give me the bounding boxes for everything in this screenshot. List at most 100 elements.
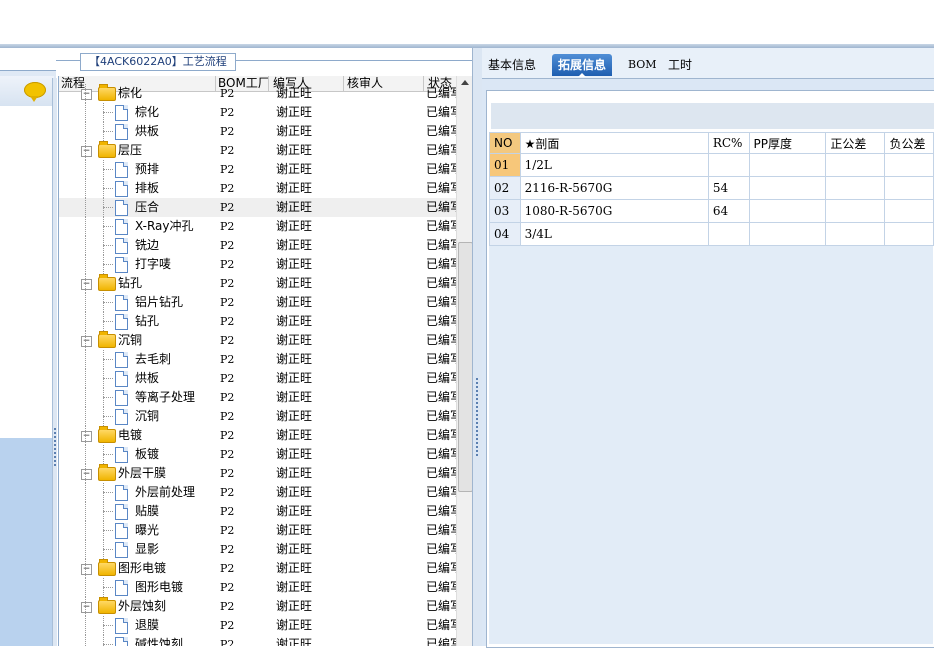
collapse-toggle-icon[interactable]: −: [81, 89, 92, 100]
tree-item-row[interactable]: 曝光 P2 谢正旺 已编写: [59, 521, 459, 540]
tree-item-row[interactable]: 图形电镀 P2 谢正旺 已编写: [59, 578, 459, 597]
document-icon: [115, 124, 128, 140]
grid-row[interactable]: 03 1080-R-5670G 64: [489, 199, 934, 223]
collapse-toggle-icon[interactable]: −: [81, 431, 92, 442]
collapse-toggle-icon[interactable]: −: [81, 469, 92, 480]
grid-cell-pp[interactable]: [748, 153, 827, 177]
collapse-toggle-icon[interactable]: −: [81, 602, 92, 613]
tree-cell-status: 已编写: [426, 485, 459, 499]
document-icon: [115, 162, 128, 178]
tree-item-row[interactable]: X-Ray冲孔 P2 谢正旺 已编写: [59, 217, 459, 236]
tree-item-row[interactable]: 烘板 P2 谢正旺 已编写: [59, 369, 459, 388]
tree-cell-author: 谢正旺: [276, 257, 313, 271]
scroll-thumb[interactable]: [458, 242, 473, 492]
tree-folder-row[interactable]: − 沉铜 P2 谢正旺 已编写: [59, 331, 459, 350]
tab-extended-info[interactable]: 拓展信息: [552, 54, 613, 77]
tree-item-row[interactable]: 贴膜 P2 谢正旺 已编写: [59, 502, 459, 521]
tree-item-row[interactable]: 铣边 P2 谢正旺 已编写: [59, 236, 459, 255]
grid-row[interactable]: 02 2116-R-5670G 54: [489, 176, 934, 200]
tree-folder-row[interactable]: − 外层蚀刻 P2 谢正旺 已编写: [59, 597, 459, 616]
tab-bom[interactable]: BOM: [622, 54, 663, 76]
tree-item-row[interactable]: 排板 P2 谢正旺 已编写: [59, 179, 459, 198]
collapse-toggle-icon[interactable]: −: [81, 146, 92, 157]
grid-cell-pp[interactable]: [748, 176, 827, 200]
document-icon: [115, 371, 128, 387]
tree-folder-row[interactable]: − 外层干膜 P2 谢正旺 已编写: [59, 464, 459, 483]
grid-cell-neg[interactable]: [884, 199, 934, 223]
grid-cell-neg[interactable]: [884, 222, 934, 246]
tree-folder-row[interactable]: − 棕化 P2 谢正旺 已编写: [59, 84, 459, 103]
grid-cell-section[interactable]: 1080-R-5670G: [519, 199, 709, 223]
tree-item-row[interactable]: 预排 P2 谢正旺 已编写: [59, 160, 459, 179]
tree-item-row[interactable]: 压合 P2 谢正旺 已编写: [59, 198, 459, 217]
grid-header-no[interactable]: NO: [489, 132, 521, 154]
tree-item-row[interactable]: 去毛刺 P2 谢正旺 已编写: [59, 350, 459, 369]
grid-cell-section[interactable]: 3/4L: [519, 222, 709, 246]
tree-folder-row[interactable]: − 钻孔 P2 谢正旺 已编写: [59, 274, 459, 293]
tree-item-row[interactable]: 板镀 P2 谢正旺 已编写: [59, 445, 459, 464]
tab-basic-info[interactable]: 基本信息: [482, 54, 542, 76]
speech-bubble-icon[interactable]: [24, 82, 46, 102]
tree-connector: [85, 179, 86, 198]
grid-header-negative-tolerance[interactable]: 负公差: [884, 132, 934, 154]
tree-cell-bom-factory: P2: [220, 638, 235, 646]
grid-row[interactable]: 01 1/2L: [489, 153, 934, 177]
tree-cell-status: 已编写: [426, 637, 459, 646]
left-splitter[interactable]: [52, 78, 57, 646]
grid-cell-pp[interactable]: [748, 222, 827, 246]
grid-header-pp-thickness[interactable]: PP厚度: [748, 132, 827, 154]
grid-cell-rc[interactable]: 64: [707, 199, 750, 223]
tree-connector: [103, 644, 113, 645]
tree-connector: [103, 131, 113, 132]
tree-connector: [85, 407, 86, 426]
tree-item-row[interactable]: 棕化 P2 谢正旺 已编写: [59, 103, 459, 122]
document-icon: [115, 580, 128, 596]
collapse-toggle-icon[interactable]: −: [81, 564, 92, 575]
collapse-toggle-icon[interactable]: −: [81, 336, 92, 347]
grid-cell-section[interactable]: 2116-R-5670G: [519, 176, 709, 200]
tree-cell-author: 谢正旺: [276, 485, 313, 499]
tree-connector: [85, 635, 86, 646]
tree-vertical-scrollbar[interactable]: [456, 76, 473, 646]
tree-item-row[interactable]: 退膜 P2 谢正旺 已编写: [59, 616, 459, 635]
scroll-up-icon[interactable]: [461, 80, 469, 85]
grid-header-rc[interactable]: RC%: [707, 132, 750, 154]
grid-cell-pos[interactable]: [825, 176, 886, 200]
grid-header-positive-tolerance[interactable]: 正公差: [825, 132, 886, 154]
process-tree[interactable]: 流程 BOM工厂 编写人 核审人 状态 − 棕化 P2 谢正旺 已编写 棕化 P2 谢正旺 已编…: [58, 76, 473, 646]
tree-item-row[interactable]: 烘板 P2 谢正旺 已编写: [59, 122, 459, 141]
tree-item-row[interactable]: 打字唛 P2 谢正旺 已编写: [59, 255, 459, 274]
tree-item-row[interactable]: 铝片钻孔 P2 谢正旺 已编写: [59, 293, 459, 312]
tree-folder-row[interactable]: − 图形电镀 P2 谢正旺 已编写: [59, 559, 459, 578]
grid-row[interactable]: 04 3/4L: [489, 222, 934, 246]
grid-cell-neg[interactable]: [884, 153, 934, 177]
tree-cell-status: 已编写: [426, 580, 459, 594]
grid-header-section[interactable]: ★剖面: [519, 132, 709, 154]
grid-cell-rc[interactable]: [707, 222, 750, 246]
tree-item-row[interactable]: 等离子处理 P2 谢正旺 已编写: [59, 388, 459, 407]
collapse-toggle-icon[interactable]: −: [81, 279, 92, 290]
grid-cell-pos[interactable]: [825, 222, 886, 246]
tree-item-row[interactable]: 外层前处理 P2 谢正旺 已编写: [59, 483, 459, 502]
tree-cell-author: 谢正旺: [276, 599, 313, 613]
document-icon: [115, 447, 128, 463]
grid-cell-pos[interactable]: [825, 153, 886, 177]
tree-folder-row[interactable]: − 电镀 P2 谢正旺 已编写: [59, 426, 459, 445]
tree-cell-bom-factory: P2: [220, 505, 235, 518]
grid-cell-rc[interactable]: [707, 153, 750, 177]
grid-cell-neg[interactable]: [884, 176, 934, 200]
tree-item-row[interactable]: 沉铜 P2 谢正旺 已编写: [59, 407, 459, 426]
grid-cell-pos[interactable]: [825, 199, 886, 223]
tree-node-label: 碱性蚀刻: [135, 637, 184, 646]
grid-cell-rc[interactable]: 54: [707, 176, 750, 200]
grid-cell-pp[interactable]: [748, 199, 827, 223]
tree-item-row[interactable]: 碱性蚀刻 P2 谢正旺 已编写: [59, 635, 459, 646]
tree-cell-bom-factory: P2: [220, 524, 235, 537]
tree-folder-row[interactable]: − 层压 P2 谢正旺 已编写: [59, 141, 459, 160]
section-grid[interactable]: NO ★剖面 RC% PP厚度 正公差 负公差 01 1/2L 02 2116-…: [489, 132, 934, 246]
tab-work-hours[interactable]: 工时: [662, 54, 698, 76]
tree-item-row[interactable]: 钻孔 P2 谢正旺 已编写: [59, 312, 459, 331]
grid-cell-section[interactable]: 1/2L: [519, 153, 709, 177]
folder-icon: [98, 274, 116, 291]
tree-item-row[interactable]: 显影 P2 谢正旺 已编写: [59, 540, 459, 559]
